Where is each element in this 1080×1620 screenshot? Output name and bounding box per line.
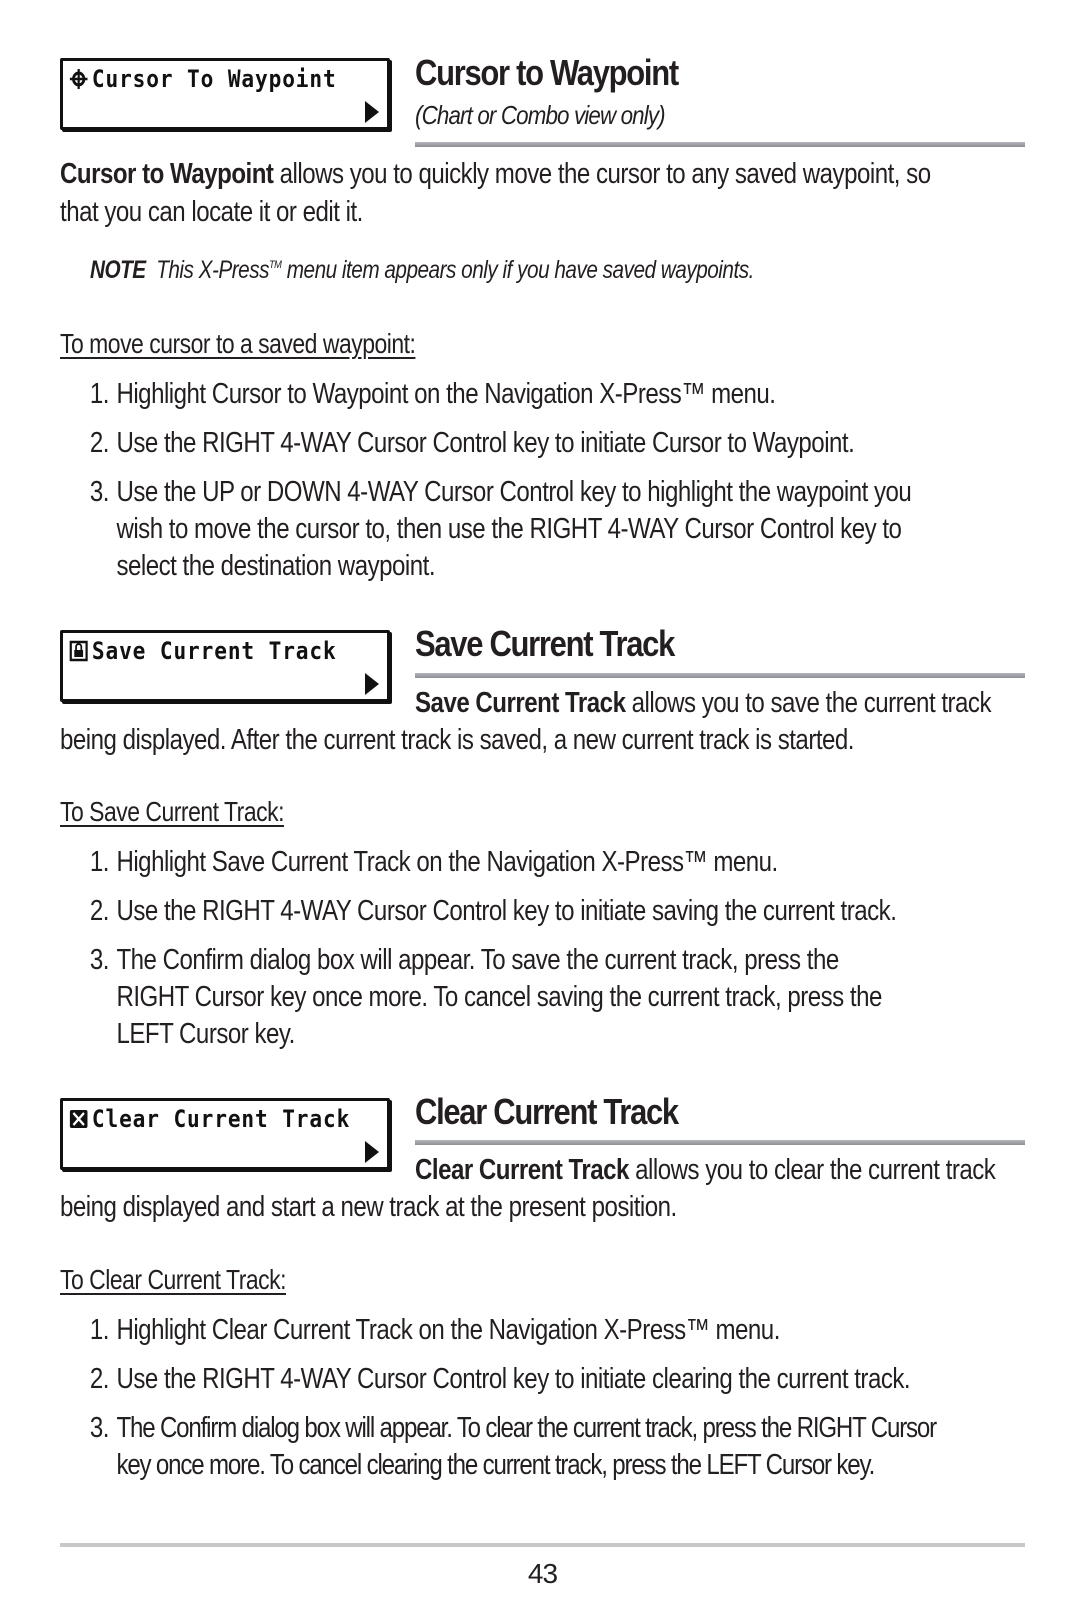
section-intro: Clear Current Track allows you to clear … [415,1154,996,1187]
section-rule [415,142,1025,147]
note: NOTE This X-PressTM menu item appears on… [90,256,754,285]
section-intro-line2: being displayed. After the current track… [60,724,854,756]
section-intro-line2: being displayed and start a new track at… [60,1191,677,1223]
procedure-title: To move cursor to a saved waypoint: [60,328,416,359]
step-text: Use the RIGHT 4-WAY Cursor Control key t… [116,427,855,459]
menu-item-label: Cursor To Waypoint [91,65,337,93]
step-text: The Confirm dialog box will appear. To s… [116,944,839,976]
step-text: Use the RIGHT 4-WAY Cursor Control key t… [116,1363,911,1395]
intro-bold: Save Current Track [415,687,626,719]
step-text: The Confirm dialog box will appear. To c… [116,1412,937,1444]
step-text: Use the RIGHT 4-WAY Cursor Control key t… [116,895,897,927]
step-text-block: The Confirm dialog box will appear. To s… [116,942,1021,1053]
section-rule [415,1140,1025,1145]
intro-text: allows you to save the current track [625,687,992,719]
note-text: This X-Press [156,256,269,284]
step-number: 2. [89,427,110,459]
step-number: 2. [89,1363,110,1395]
right-arrow-icon [365,101,379,123]
procedure-title: To Save Current Track: [60,796,284,827]
step-text-block: The Confirm dialog box will appear. To c… [116,1410,1021,1484]
intro-text: allows you to clear the current track [628,1154,996,1186]
step-text: key once more. To cancel clearing the cu… [116,1449,875,1481]
right-arrow-icon [365,1141,379,1163]
note-text-rest: menu item appears only if you have saved… [281,256,755,284]
step-text: Use the UP or DOWN 4-WAY Cursor Control … [116,476,912,508]
menu-item-label-wrap: Cursor To Waypoint [69,65,337,93]
step-text: wish to move the cursor to, then use the… [116,513,902,545]
clear-x-icon [69,1110,88,1128]
menu-item-label-wrap: Save Current Track [69,637,337,665]
step-number: 1. [89,846,110,878]
step-number: 1. [89,378,110,410]
note-label: NOTE [90,256,146,284]
trademark: TM [268,258,282,271]
intro-text-line2: that you can locate it or edit it. [60,196,363,228]
section-title: Clear Current Track [415,1091,679,1132]
step-number: 1. [89,1314,110,1346]
crosshair-icon [69,69,88,89]
menu-item-cursor-to-waypoint[interactable]: Cursor To Waypoint [60,58,390,130]
page-number: 43 [527,1558,558,1589]
intro-bold: Cursor to Waypoint [60,158,274,190]
step-number: 3. [89,944,110,976]
step-text: Highlight Cursor to Waypoint on the Navi… [116,378,776,410]
intro-text: allows you to quickly move the cursor to… [273,158,931,190]
step-number: 3. [89,476,110,508]
section-intro: Cursor to Waypoint allows you to quickly… [60,155,1023,231]
step-text: LEFT Cursor key. [116,1018,295,1050]
step-text: Highlight Save Current Track on the Navi… [116,846,778,878]
menu-item-save-current-track[interactable]: Save Current Track [60,630,390,702]
menu-item-label-wrap: Clear Current Track [69,1105,350,1133]
footer-rule [60,1543,1025,1547]
right-arrow-icon [365,673,379,695]
menu-item-label: Save Current Track [91,637,337,665]
step-number: 3. [89,1412,110,1444]
section-title: Save Current Track [415,623,675,664]
menu-item-clear-current-track[interactable]: Clear Current Track [60,1098,390,1170]
section-subtitle: (Chart or Combo view only) [415,100,666,130]
section-title: Cursor to Waypoint [415,52,679,93]
step-text: Highlight Clear Current Track on the Nav… [116,1314,780,1346]
step-number: 2. [89,895,110,927]
save-lock-icon [69,640,88,662]
intro-bold: Clear Current Track [415,1154,629,1186]
step-text: RIGHT Cursor key once more. To cancel sa… [116,981,882,1013]
step-text-block: Use the UP or DOWN 4-WAY Cursor Control … [116,474,1021,585]
section-rule [415,673,1025,678]
section-intro: Save Current Track allows you to save th… [415,687,991,720]
procedure-title: To Clear Current Track: [60,1264,287,1295]
step-text: select the destination waypoint. [116,550,436,582]
menu-item-label: Clear Current Track [91,1105,351,1133]
